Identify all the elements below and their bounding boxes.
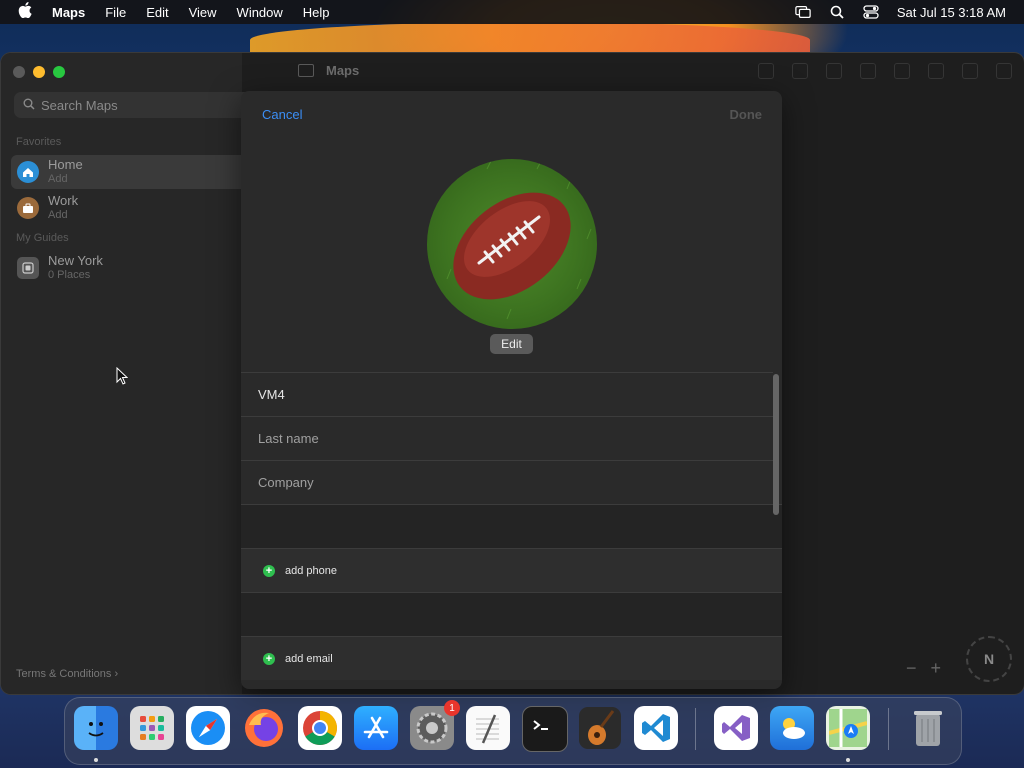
add-email-row[interactable]: + add email bbox=[241, 636, 782, 680]
window-title: Maps bbox=[326, 63, 360, 78]
first-name-value: VM4 bbox=[258, 387, 285, 402]
done-button[interactable]: Done bbox=[730, 107, 763, 122]
window-title-area: Maps bbox=[298, 63, 359, 78]
menu-file[interactable]: File bbox=[105, 5, 126, 20]
add-phone-label: add phone bbox=[285, 564, 337, 577]
search-placeholder: Search Maps bbox=[41, 97, 118, 113]
company-field[interactable]: Company bbox=[241, 460, 773, 504]
favorites-label: Favorites bbox=[16, 136, 62, 148]
add-green-icon: + bbox=[263, 652, 275, 665]
trash-icon[interactable] bbox=[906, 706, 950, 750]
guide-icon bbox=[17, 257, 39, 279]
zoom-out-button[interactable]: − bbox=[906, 658, 917, 679]
notification-badge: 1 bbox=[444, 700, 460, 716]
sidebar-item-new-york[interactable]: New York 0 Places bbox=[11, 251, 251, 285]
window-controls bbox=[13, 66, 65, 78]
edit-photo-button[interactable]: Edit bbox=[490, 334, 533, 354]
3d-icon[interactable] bbox=[826, 63, 842, 79]
compass-button[interactable]: N bbox=[966, 636, 1012, 682]
tracking-icon[interactable] bbox=[894, 63, 910, 79]
compass-label: N bbox=[983, 651, 995, 667]
minimize-window-button[interactable] bbox=[33, 66, 45, 78]
map-toolbar bbox=[758, 63, 1012, 79]
firefox-icon[interactable] bbox=[242, 706, 286, 750]
running-indicator bbox=[94, 758, 98, 762]
maximize-window-button[interactable] bbox=[53, 66, 65, 78]
sidebar-item-title: New York bbox=[48, 253, 103, 268]
sidebar-item-subtitle: 0 Places bbox=[48, 269, 91, 281]
launchpad-icon[interactable] bbox=[130, 706, 174, 750]
search-field[interactable]: Search Maps bbox=[14, 92, 254, 118]
map-mode-icon[interactable] bbox=[792, 63, 808, 79]
spotlight-search-icon[interactable] bbox=[829, 5, 845, 19]
house-icon bbox=[17, 161, 39, 183]
safari-icon[interactable] bbox=[186, 706, 230, 750]
terms-label: Terms & Conditions bbox=[16, 668, 112, 680]
cancel-button[interactable]: Cancel bbox=[262, 107, 302, 122]
sidebar-item-title: Work bbox=[48, 193, 79, 208]
directions-icon[interactable] bbox=[758, 63, 774, 79]
chrome-icon[interactable] bbox=[298, 706, 342, 750]
screen-mirroring-icon[interactable] bbox=[795, 5, 811, 19]
contact-photo[interactable] bbox=[427, 159, 597, 329]
menu-app-name[interactable]: Maps bbox=[52, 5, 85, 20]
textedit-icon[interactable] bbox=[466, 706, 510, 750]
sidebar-item-subtitle: Add bbox=[48, 209, 68, 221]
edit-photo-label: Edit bbox=[501, 337, 522, 351]
app-store-icon[interactable] bbox=[354, 706, 398, 750]
briefcase-icon bbox=[17, 197, 39, 219]
football-photo-icon bbox=[436, 160, 592, 320]
section-spacer bbox=[241, 504, 782, 549]
add-green-icon: + bbox=[263, 564, 275, 577]
visual-studio-icon[interactable] bbox=[714, 706, 758, 750]
my-guides-label: My Guides bbox=[16, 232, 69, 244]
first-name-field[interactable]: VM4 bbox=[241, 372, 773, 416]
zoom-controls: − + bbox=[906, 658, 941, 679]
sidebar-item-subtitle: Add bbox=[48, 173, 68, 185]
apple-menu-icon[interactable] bbox=[18, 2, 36, 22]
new-contact-sheet: Cancel Done Edit VM4 Last name Company +… bbox=[241, 91, 782, 689]
running-indicator bbox=[846, 758, 850, 762]
dock: 1 bbox=[64, 697, 962, 765]
terminal-icon[interactable] bbox=[522, 706, 568, 752]
maps-icon[interactable] bbox=[826, 706, 870, 750]
sidebar-item-title: Home bbox=[48, 157, 83, 172]
add-phone-row[interactable]: + add phone bbox=[241, 548, 782, 592]
mouse-cursor-icon bbox=[116, 367, 128, 385]
account-icon[interactable] bbox=[996, 63, 1012, 79]
terms-link[interactable]: Terms & Conditions › bbox=[16, 668, 118, 680]
search-icon bbox=[23, 98, 35, 113]
dock-separator bbox=[695, 708, 696, 750]
control-center-icon[interactable] bbox=[863, 5, 879, 19]
menubar-clock[interactable]: Sat Jul 15 3:18 AM bbox=[897, 5, 1006, 20]
finder-icon[interactable] bbox=[74, 706, 118, 750]
close-window-button[interactable] bbox=[13, 66, 25, 78]
sidebar-item-home[interactable]: Home Add bbox=[11, 155, 251, 189]
sidebar-toggle-icon[interactable] bbox=[298, 64, 314, 77]
menu-view[interactable]: View bbox=[189, 5, 217, 20]
zoom-in-button[interactable]: + bbox=[931, 658, 942, 679]
add-icon[interactable] bbox=[928, 63, 944, 79]
menu-help[interactable]: Help bbox=[303, 5, 330, 20]
chevron-right-icon: › bbox=[114, 668, 119, 680]
menu-bar: Maps File Edit View Window Help Sat Jul … bbox=[0, 0, 1024, 24]
share-icon[interactable] bbox=[962, 63, 978, 79]
garageband-icon[interactable] bbox=[578, 706, 622, 750]
menu-window[interactable]: Window bbox=[237, 5, 283, 20]
add-email-label: add email bbox=[285, 652, 333, 665]
section-spacer bbox=[241, 592, 782, 637]
look-around-icon[interactable] bbox=[860, 63, 876, 79]
settings-icon[interactable]: 1 bbox=[410, 700, 460, 750]
menu-edit[interactable]: Edit bbox=[146, 5, 168, 20]
company-placeholder: Company bbox=[258, 475, 314, 490]
vscode-icon[interactable] bbox=[634, 706, 678, 750]
dock-separator bbox=[888, 708, 889, 750]
sidebar-item-work[interactable]: Work Add bbox=[11, 191, 251, 225]
last-name-field[interactable]: Last name bbox=[241, 416, 773, 460]
last-name-placeholder: Last name bbox=[258, 431, 319, 446]
sheet-scrollbar[interactable] bbox=[773, 374, 779, 515]
weather-icon[interactable] bbox=[770, 706, 814, 750]
